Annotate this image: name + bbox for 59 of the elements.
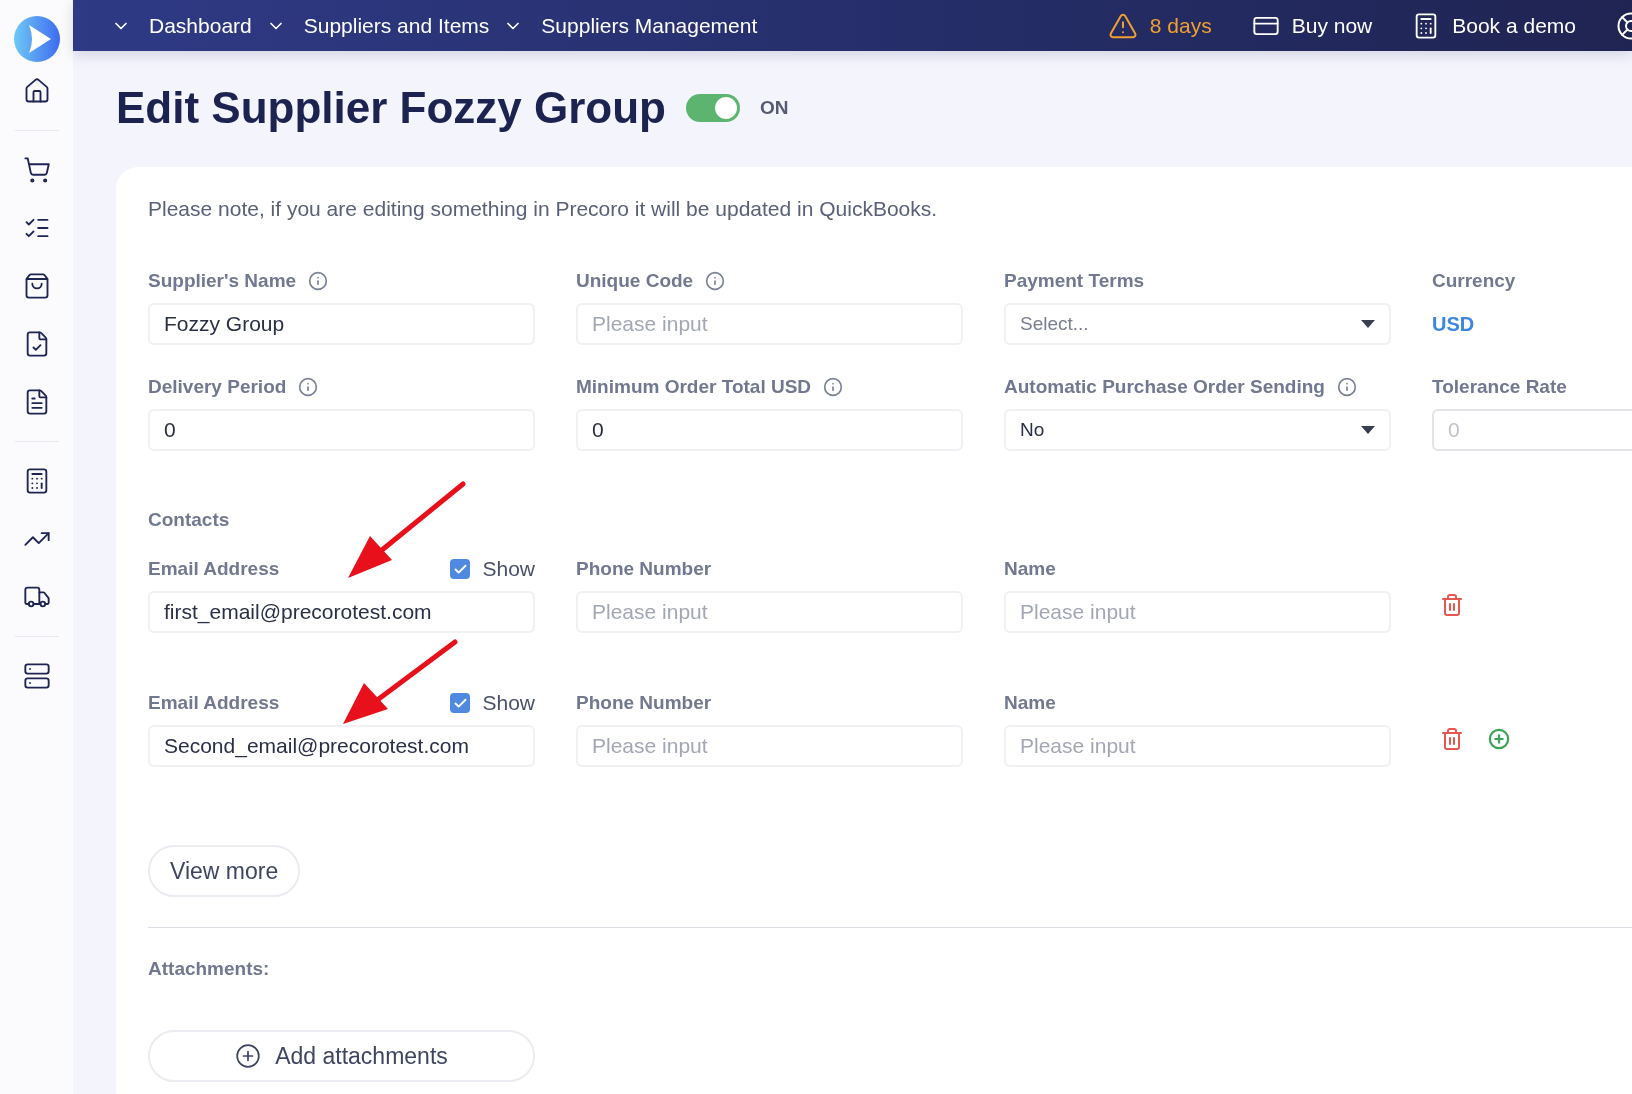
section-title: Attachments: <box>148 958 271 980</box>
info-icon <box>705 271 726 291</box>
checkbox[interactable] <box>450 693 471 713</box>
input-field[interactable]: Fozzy Group <box>148 303 535 345</box>
field-label: Tolerance Rate <box>1432 376 1567 398</box>
email-field[interactable]: first_email@precorotest.com <box>148 591 535 633</box>
add-icon[interactable] <box>1488 728 1510 750</box>
show-checkbox[interactable]: Show <box>450 691 535 715</box>
input-field[interactable]: Please input <box>576 303 963 345</box>
show-checkbox[interactable]: Show <box>450 557 535 581</box>
field-label: Automatic Purchase Order Sending <box>1004 376 1325 398</box>
info-icon <box>823 377 844 397</box>
breadcrumb-link[interactable]: Dashboard <box>111 13 252 38</box>
field-label: Phone Number <box>576 558 712 580</box>
delete-icon[interactable] <box>1440 727 1464 751</box>
field-label: Email Address <box>148 692 280 714</box>
info-icon <box>298 377 319 397</box>
field-label: Unique Code <box>576 270 694 292</box>
active-toggle[interactable] <box>686 94 740 122</box>
field-label: Delivery Period <box>148 376 287 398</box>
info-icon <box>308 271 329 291</box>
field-label: Name <box>1004 692 1056 714</box>
field-label: Minimum Order Total USD <box>576 376 812 398</box>
page-title: Edit Supplier Fozzy Group <box>116 83 666 133</box>
caret-icon <box>1361 320 1375 328</box>
server-icon[interactable] <box>22 662 51 690</box>
view-more-button[interactable]: View more <box>148 845 301 897</box>
field-label: Phone Number <box>576 692 712 714</box>
input-field[interactable]: 0 <box>148 409 535 451</box>
phone-field[interactable]: Please input <box>576 591 963 633</box>
email-field[interactable]: Second_email@precorotest.com <box>148 725 535 767</box>
note-text: Please note, if you are editing something in Precoro it will be updated in QuickBooks. <box>148 197 939 221</box>
section-title: Contacts <box>148 509 231 531</box>
checkbox[interactable] <box>450 559 471 579</box>
logo[interactable] <box>13 16 60 62</box>
field-label: Name <box>1004 558 1056 580</box>
field-label: Currency <box>1432 270 1516 292</box>
delete-icon[interactable] <box>1440 593 1464 617</box>
plus-icon <box>235 1043 262 1069</box>
buy-now-link[interactable]: Buy now <box>1251 11 1373 40</box>
caret-icon <box>1361 426 1375 434</box>
name-field[interactable]: Please input <box>1004 591 1391 633</box>
breadcrumb-link[interactable]: Suppliers and Items <box>265 13 490 38</box>
name-field[interactable]: Please input <box>1004 725 1391 767</box>
toggle-label: ON <box>760 97 789 119</box>
breadcrumb-link[interactable]: Suppliers Management <box>503 13 758 38</box>
select-field[interactable]: Select... <box>1004 303 1391 345</box>
field-label: Payment Terms <box>1004 270 1145 292</box>
add-attachments-button[interactable]: Add attachments <box>148 1030 535 1082</box>
cart-icon[interactable] <box>22 156 51 184</box>
select-field[interactable]: No <box>1004 409 1391 451</box>
field-label: Supplier's Name <box>148 270 297 292</box>
phone-field[interactable]: Please input <box>576 725 963 767</box>
input-field[interactable]: 0 <box>576 409 963 451</box>
field-label: Email Address <box>148 558 280 580</box>
info-icon <box>1336 377 1357 397</box>
currency-link[interactable]: USD <box>1432 303 1632 345</box>
book-demo-link[interactable]: Book a demo <box>1412 11 1576 40</box>
trial-warning[interactable]: 8 days <box>1107 10 1212 41</box>
